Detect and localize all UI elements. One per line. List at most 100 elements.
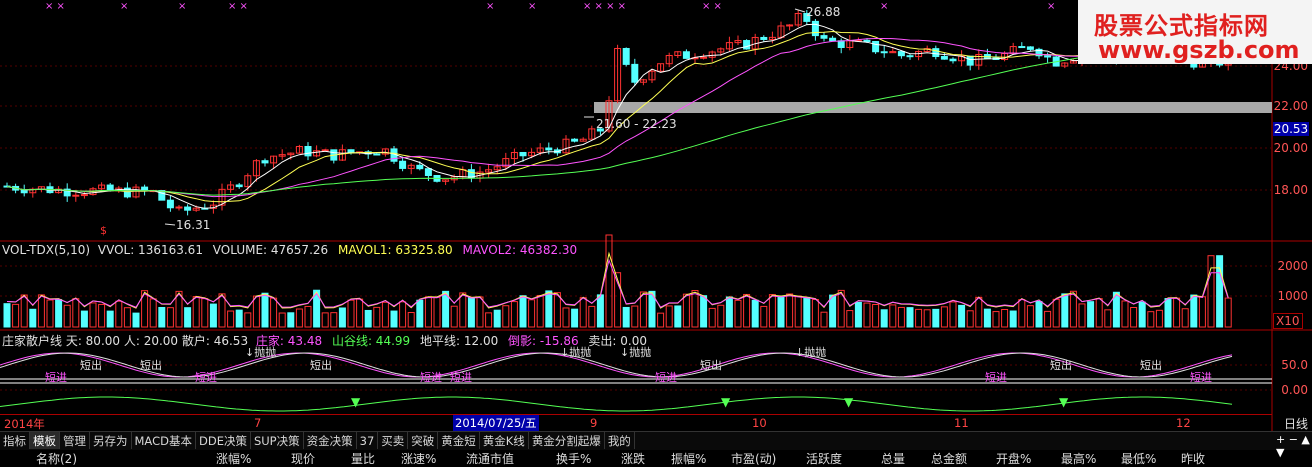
short-in-marker: 短进 bbox=[45, 370, 67, 384]
volume-bar bbox=[1190, 294, 1198, 328]
volume-bar bbox=[29, 308, 37, 328]
volume-bar bbox=[356, 298, 364, 328]
tab-10[interactable]: 突破 bbox=[408, 432, 439, 449]
short-out-marker: 短出 bbox=[80, 358, 102, 372]
tab-0[interactable]: 指标 bbox=[0, 432, 30, 449]
short-out-marker: 短出 bbox=[1050, 358, 1072, 372]
tab-6[interactable]: SUP决策 bbox=[251, 432, 304, 449]
volume-bar bbox=[347, 299, 355, 328]
column-header[interactable]: 换手% bbox=[556, 450, 621, 466]
volume-bar bbox=[794, 295, 802, 328]
tab-9[interactable]: 买卖 bbox=[378, 432, 409, 449]
volume-bar bbox=[244, 312, 252, 328]
volume-bar bbox=[519, 295, 527, 328]
column-header[interactable]: 总金额 bbox=[931, 450, 996, 466]
date-label: 11 bbox=[954, 416, 969, 430]
tab-2[interactable]: 管理 bbox=[60, 432, 90, 449]
tab-5[interactable]: DDE决策 bbox=[196, 432, 251, 449]
candle-body bbox=[261, 160, 269, 164]
volume-bar bbox=[46, 299, 54, 328]
short-in-marker: 短进 bbox=[985, 370, 1007, 384]
tab-12[interactable]: 黄金K线 bbox=[480, 432, 529, 449]
volume-bar bbox=[270, 297, 278, 328]
candle-body bbox=[829, 37, 837, 42]
candle-body bbox=[72, 194, 80, 197]
volume-bar bbox=[854, 301, 862, 328]
watermark-url: www.gszb.com bbox=[1098, 36, 1300, 64]
tab-11[interactable]: 黄金短 bbox=[438, 432, 480, 449]
volume-bar bbox=[674, 305, 682, 328]
svg-text:× ×: × × bbox=[228, 1, 248, 12]
volume-bar bbox=[261, 292, 269, 328]
volume-bar bbox=[510, 301, 518, 328]
indicator-tab-bar: 指标 模板 管理 另存为 MACD基本 DDE决策 SUP决策 资金决策 37 买卖 突破 黄金短 黄金… bbox=[0, 431, 1312, 450]
volume-bar bbox=[1026, 305, 1034, 328]
mavol2-line bbox=[6, 258, 1229, 308]
candle-body bbox=[321, 149, 329, 152]
volume-bar bbox=[373, 306, 381, 328]
short-in-marker: 短进 bbox=[1190, 370, 1212, 384]
vol-tick: 2000 bbox=[1277, 259, 1308, 273]
volume-bar bbox=[760, 305, 768, 328]
column-header[interactable]: 市盈(动) bbox=[731, 450, 806, 466]
volume-bar bbox=[1216, 255, 1224, 328]
volume-bar bbox=[992, 311, 1000, 328]
volume-bar bbox=[605, 234, 613, 328]
volume-bar bbox=[467, 297, 475, 328]
volume-bar bbox=[657, 312, 665, 328]
column-header[interactable]: 振幅% bbox=[671, 450, 731, 466]
volume-bar bbox=[889, 304, 897, 328]
column-header[interactable]: 流通市值 bbox=[466, 450, 556, 466]
volume-bar bbox=[682, 293, 690, 328]
volume-bar bbox=[966, 310, 974, 328]
candle-body bbox=[906, 55, 914, 58]
volume-bar bbox=[571, 308, 579, 328]
volume-bar bbox=[872, 304, 880, 328]
column-header[interactable]: 现价 bbox=[291, 450, 351, 466]
svg-text:×: × bbox=[880, 1, 888, 12]
column-header[interactable]: 涨幅% bbox=[216, 450, 291, 466]
column-header[interactable]: 最高% bbox=[1061, 450, 1121, 466]
column-header[interactable]: 涨跌 bbox=[621, 450, 671, 466]
stock-chart[interactable]: 短出 短出 短出 短出 短出 短出短进 短进 短进 短进 短进 短进 短进↓抛抛 ↓抛抛 ↓抛抛 ↓抛抛▼ ▼… bbox=[0, 0, 1312, 431]
tab-3[interactable]: 另存为 bbox=[90, 432, 132, 449]
column-header[interactable]: 名称(2) bbox=[0, 450, 216, 466]
column-header[interactable]: 量比 bbox=[351, 450, 401, 466]
column-header[interactable]: 活跃度 bbox=[806, 450, 881, 466]
period-label[interactable]: 日线 bbox=[1284, 415, 1308, 432]
shangu-line bbox=[0, 396, 1233, 412]
date-axis: 2014年 7 2014/07/25/五 9 10 11 12 bbox=[0, 414, 1272, 431]
volume-bar bbox=[923, 309, 931, 328]
volume-bar bbox=[235, 309, 243, 328]
tab-8[interactable]: 37 bbox=[357, 432, 379, 449]
column-header[interactable]: 涨速% bbox=[401, 450, 466, 466]
volume-bar bbox=[72, 298, 80, 328]
candle-body bbox=[682, 51, 690, 59]
volume-bar bbox=[579, 297, 587, 328]
column-header[interactable]: 昨收 bbox=[1181, 450, 1241, 466]
volume-bar bbox=[450, 305, 458, 328]
volume-value: VOLUME: 47657.26 bbox=[212, 243, 329, 257]
column-header[interactable]: 总量 bbox=[881, 450, 931, 466]
volume-bar bbox=[184, 307, 192, 328]
low-label: 16.31 bbox=[176, 218, 210, 232]
arrow-down-icon: ▼ bbox=[721, 395, 731, 409]
tab-7[interactable]: 资金决策 bbox=[304, 432, 357, 449]
column-header[interactable]: 开盘% bbox=[996, 450, 1061, 466]
gap-band bbox=[594, 102, 1272, 113]
volume-bar bbox=[381, 301, 389, 328]
short-out-marker: 短出 bbox=[1140, 358, 1162, 372]
volume-bar bbox=[80, 310, 88, 328]
candle-body bbox=[571, 138, 579, 142]
volume-bar bbox=[115, 300, 123, 328]
volume-bar bbox=[768, 294, 776, 328]
tab-1[interactable]: 模板 bbox=[30, 432, 60, 449]
dollar-icon: $ bbox=[100, 224, 107, 237]
tab-13[interactable]: 黄金分割起爆 bbox=[529, 432, 605, 449]
tab-14[interactable]: 我的 bbox=[605, 432, 635, 449]
tab-4[interactable]: MACD基本 bbox=[132, 432, 196, 449]
volume-bar bbox=[209, 303, 217, 328]
column-header[interactable]: 最低% bbox=[1121, 450, 1181, 466]
volume-bar bbox=[1198, 296, 1206, 328]
candle-body bbox=[304, 146, 312, 157]
